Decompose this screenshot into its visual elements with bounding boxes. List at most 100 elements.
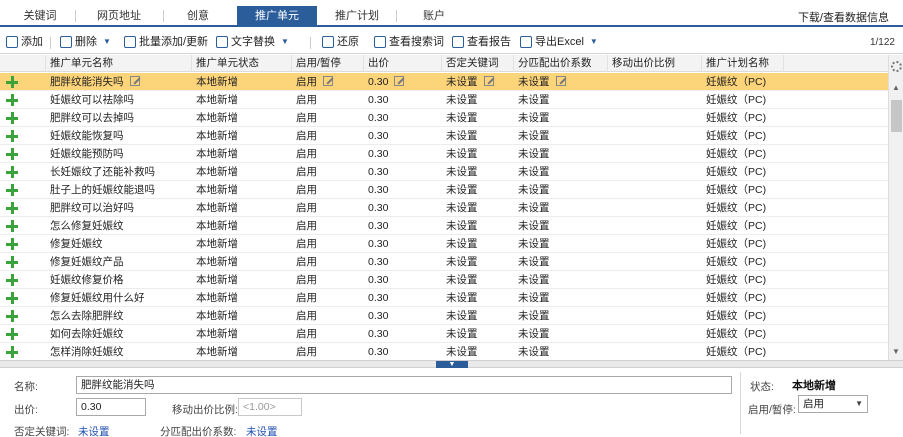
cell-status[interactable]: 本地新增	[192, 289, 292, 307]
tab-campaigns[interactable]: 推广计划	[326, 6, 388, 27]
expand-plus-icon[interactable]	[6, 346, 18, 358]
table-row[interactable]: 肚子上的妊娠纹能退吗 本地新增 启用 0.30 未设置 未设置 妊娠纹（PC)	[0, 181, 888, 199]
cell-negative[interactable]: 未设置	[442, 307, 514, 325]
table-row[interactable]: 修复妊娠纹用什么好 本地新增 启用 0.30 未设置 未设置 妊娠纹（PC)	[0, 289, 888, 307]
cell-enable[interactable]: 启用	[292, 145, 364, 163]
cell-mobile[interactable]	[608, 91, 702, 109]
tab-keywords[interactable]: 关键词	[18, 6, 62, 27]
cell-plan[interactable]: 妊娠纹（PC)	[702, 307, 784, 325]
cell-enable[interactable]: 启用	[292, 343, 364, 360]
cell-bid[interactable]: 0.30	[364, 73, 442, 91]
cell-name[interactable]: 肥胖纹可以治好吗	[46, 199, 192, 217]
table-row[interactable]: 肥胖纹可以治好吗 本地新增 启用 0.30 未设置 未设置 妊娠纹（PC)	[0, 199, 888, 217]
cell-coef[interactable]: 未设置	[514, 235, 608, 253]
cell-name[interactable]: 如何去除妊娠纹	[46, 325, 192, 343]
expand-plus-icon[interactable]	[6, 274, 18, 286]
expand-plus-icon[interactable]	[6, 328, 18, 340]
cell-name[interactable]: 怎么修复妊娠纹	[46, 217, 192, 235]
add-button[interactable]: 添加	[6, 33, 43, 51]
tab-creatives[interactable]: 创意	[176, 6, 220, 27]
edit-icon[interactable]	[555, 76, 566, 86]
cell-bid[interactable]: 0.30	[364, 235, 442, 253]
cell-status[interactable]: 本地新增	[192, 343, 292, 360]
cell-enable[interactable]: 启用	[292, 235, 364, 253]
name-input[interactable]: 肥胖纹能消失吗	[76, 376, 732, 394]
column-header[interactable]: 推广单元状态	[192, 55, 292, 72]
expand-plus-icon[interactable]	[6, 310, 18, 322]
download-data-link[interactable]: 下载/查看数据信息	[798, 9, 889, 25]
cell-enable[interactable]: 启用	[292, 73, 364, 91]
cell-name[interactable]: 肥胖纹可以去掉吗	[46, 109, 192, 127]
view-report-button[interactable]: 查看报告	[452, 33, 511, 51]
chevron-down-icon[interactable]: ▼	[590, 33, 598, 51]
cell-enable[interactable]: 启用	[292, 325, 364, 343]
cell-coef[interactable]: 未设置	[514, 163, 608, 181]
cell-bid[interactable]: 0.30	[364, 271, 442, 289]
cell-coef[interactable]: 未设置	[514, 325, 608, 343]
cell-plan[interactable]: 妊娠纹（PC)	[702, 145, 784, 163]
cell-negative[interactable]: 未设置	[442, 145, 514, 163]
cell-negative[interactable]: 未设置	[442, 289, 514, 307]
cell-coef[interactable]: 未设置	[514, 145, 608, 163]
cell-bid[interactable]: 0.30	[364, 181, 442, 199]
cell-plan[interactable]: 妊娠纹（PC)	[702, 109, 784, 127]
edit-icon[interactable]	[483, 76, 494, 86]
mobile-ratio-input[interactable]: <1.00>	[238, 398, 302, 416]
cell-enable[interactable]: 启用	[292, 253, 364, 271]
expand-plus-icon[interactable]	[6, 112, 18, 124]
cell-enable[interactable]: 启用	[292, 181, 364, 199]
cell-enable[interactable]: 启用	[292, 91, 364, 109]
cell-status[interactable]: 本地新增	[192, 307, 292, 325]
table-row[interactable]: 怎么修复妊娠纹 本地新增 启用 0.30 未设置 未设置 妊娠纹（PC)	[0, 217, 888, 235]
text-replace-button[interactable]: 文字替换 ▼	[216, 33, 289, 51]
cell-coef[interactable]: 未设置	[514, 307, 608, 325]
table-row[interactable]: 妊娠纹可以祛除吗 本地新增 启用 0.30 未设置 未设置 妊娠纹（PC)	[0, 91, 888, 109]
cell-bid[interactable]: 0.30	[364, 307, 442, 325]
expand-plus-icon[interactable]	[6, 130, 18, 142]
cell-name[interactable]: 修复妊娠纹产品	[46, 253, 192, 271]
cell-mobile[interactable]	[608, 235, 702, 253]
scrollbar-thumb[interactable]	[891, 100, 902, 132]
cell-status[interactable]: 本地新增	[192, 145, 292, 163]
expand-plus-icon[interactable]	[6, 184, 18, 196]
cell-bid[interactable]: 0.30	[364, 91, 442, 109]
cell-name[interactable]: 肥胖纹能消失吗	[46, 73, 192, 91]
enable-select[interactable]: 启用 ▼	[798, 395, 868, 413]
cell-plan[interactable]: 妊娠纹（PC)	[702, 163, 784, 181]
cell-mobile[interactable]	[608, 289, 702, 307]
cell-negative[interactable]: 未设置	[442, 325, 514, 343]
expand-plus-icon[interactable]	[6, 148, 18, 160]
cell-plan[interactable]: 妊娠纹（PC)	[702, 325, 784, 343]
cell-plan[interactable]: 妊娠纹（PC)	[702, 217, 784, 235]
cell-mobile[interactable]	[608, 217, 702, 235]
cell-coef[interactable]: 未设置	[514, 73, 608, 91]
cell-plan[interactable]: 妊娠纹（PC)	[702, 127, 784, 145]
panel-splitter[interactable]: ▼	[0, 360, 903, 368]
cell-status[interactable]: 本地新增	[192, 73, 292, 91]
expand-plus-icon[interactable]	[6, 76, 18, 88]
expand-plus-icon[interactable]	[6, 202, 18, 214]
table-row[interactable]: 修复妊娠纹 本地新增 启用 0.30 未设置 未设置 妊娠纹（PC)	[0, 235, 888, 253]
cell-status[interactable]: 本地新增	[192, 235, 292, 253]
expand-plus-icon[interactable]	[6, 292, 18, 304]
cell-name[interactable]: 怎么去除肥胖纹	[46, 307, 192, 325]
cell-plan[interactable]: 妊娠纹（PC)	[702, 271, 784, 289]
table-row[interactable]: 妊娠纹能恢复吗 本地新增 启用 0.30 未设置 未设置 妊娠纹（PC)	[0, 127, 888, 145]
table-row[interactable]: 怎么去除肥胖纹 本地新增 启用 0.30 未设置 未设置 妊娠纹（PC)	[0, 307, 888, 325]
cell-mobile[interactable]	[608, 325, 702, 343]
batch-add-update-button[interactable]: 批量添加/更新	[124, 33, 208, 51]
chevron-down-icon[interactable]: ▼	[103, 33, 111, 51]
expand-plus-icon[interactable]	[6, 166, 18, 178]
column-header[interactable]: 启用/暂停	[292, 55, 364, 72]
scroll-down-icon[interactable]: ▼	[892, 347, 900, 356]
cell-negative[interactable]: 未设置	[442, 217, 514, 235]
cell-coef[interactable]: 未设置	[514, 109, 608, 127]
cell-plan[interactable]: 妊娠纹（PC)	[702, 343, 784, 360]
cell-bid[interactable]: 0.30	[364, 343, 442, 360]
cell-name[interactable]: 肚子上的妊娠纹能退吗	[46, 181, 192, 199]
cell-negative[interactable]: 未设置	[442, 253, 514, 271]
edit-icon[interactable]	[323, 76, 333, 86]
cell-negative[interactable]: 未设置	[442, 271, 514, 289]
cell-enable[interactable]: 启用	[292, 109, 364, 127]
cell-negative[interactable]: 未设置	[442, 109, 514, 127]
